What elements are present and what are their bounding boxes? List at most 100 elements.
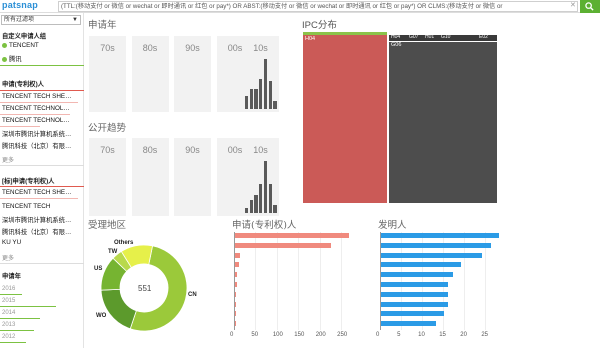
app-year-year-bar[interactable] — [259, 79, 263, 109]
current-applicant-item[interactable]: TENCENT TECH — [2, 203, 80, 210]
inventor-tick-label: 15 — [439, 332, 446, 338]
applicant-bar[interactable] — [235, 291, 237, 297]
app-year-year-bar[interactable] — [249, 89, 254, 109]
applicant-filter-item[interactable]: TENCENT TECH SHE… — [2, 93, 80, 100]
donut-slice-wo[interactable] — [100, 288, 137, 330]
current-applicant-title: [标]申请(专利权)人 — [2, 178, 55, 185]
divider — [0, 90, 84, 91]
ipc-treemap: H04 G06 H04 G07 H01 G10 E02 — [303, 32, 497, 203]
group-dot-icon — [2, 42, 7, 48]
ipc-small-blocks[interactable]: H04 G07 H01 G10 E02 — [389, 34, 497, 41]
applicant-filter-item[interactable]: 腾讯科技（北京）有限… — [2, 141, 80, 150]
ipc-small-label: H01 — [425, 34, 435, 40]
inventor-bar[interactable] — [381, 291, 449, 297]
app-year-decade-70s[interactable]: 70s — [89, 36, 126, 112]
decade-label: 80s — [142, 145, 158, 155]
inventor-bar[interactable] — [381, 262, 462, 268]
year-bar — [0, 306, 56, 307]
pub-trend-year-bar[interactable] — [249, 200, 254, 213]
divider — [0, 114, 70, 115]
current-applicant-item[interactable]: KU YU — [2, 239, 80, 246]
pub-trend-year-bar[interactable] — [245, 208, 249, 213]
applicant-filter-item[interactable]: TENCENT TECHNOL… — [2, 105, 80, 112]
applicant-tick-label: 50 — [251, 332, 259, 338]
applicant-bar[interactable] — [235, 321, 236, 327]
applicant-bar[interactable] — [235, 233, 349, 238]
pub-trend-year-bar[interactable] — [263, 161, 268, 213]
all-filters-label: 所有过滤项 — [4, 17, 35, 23]
inventor-bar[interactable] — [381, 321, 436, 327]
ipc-title: IPC分布 — [302, 20, 337, 31]
patsnap-logo[interactable]: patsnap — [2, 0, 38, 10]
applicant-bar[interactable] — [235, 282, 237, 287]
search-query-input[interactable]: (TTL:(移动支付 or 微信 or wechat or 即时通讯 or 红包… — [58, 1, 578, 12]
app-year-year-bar[interactable] — [268, 81, 272, 109]
pub-trend-decade-80s[interactable]: 80s — [131, 138, 169, 216]
decade-label: 70s — [100, 43, 115, 53]
donut-label-wo: WO — [96, 313, 107, 319]
applicant-bar[interactable] — [235, 311, 236, 317]
year-filter-item[interactable]: 2012 — [2, 334, 15, 340]
inventor-tick-label: 20 — [460, 332, 467, 338]
applicant-bar[interactable] — [235, 252, 241, 258]
pub-trend-year-bar[interactable] — [273, 205, 277, 213]
divider — [0, 198, 78, 199]
current-applicant-item[interactable]: 深圳市腾讯计算机系统… — [2, 215, 80, 224]
pub-trend-year-bar[interactable] — [268, 184, 272, 213]
applicant-bar[interactable] — [235, 262, 239, 268]
pub-trend-decade-90s[interactable]: 90s — [174, 138, 211, 216]
custom-group-title: 自定义申请人组 — [2, 33, 47, 40]
pub-trend-year-bar[interactable] — [259, 184, 263, 213]
custom-group-item[interactable]: TENCENT — [2, 42, 80, 49]
year-filter-item[interactable]: 2016 — [2, 286, 15, 292]
inventor-bar[interactable] — [381, 311, 445, 317]
applicant-more-link[interactable]: 更多 — [2, 155, 14, 164]
donut-label-us: US — [94, 266, 103, 272]
applicant-filter-item[interactable]: TENCENT TECHNOL… — [2, 117, 80, 124]
inventor-tick-label: 0 — [376, 332, 380, 338]
ipc-block-g06[interactable]: G06 — [389, 42, 497, 203]
current-more-link[interactable]: 更多 — [2, 253, 14, 262]
ipc-block-h04[interactable]: H04 — [303, 35, 387, 203]
year-filter-item[interactable]: 2015 — [2, 298, 15, 304]
pub-trend-decade-70s[interactable]: 70s — [89, 138, 126, 216]
year-filter-item[interactable]: 2013 — [2, 322, 15, 328]
applicant-chart-title: 申请(专利权)人 — [232, 220, 297, 231]
current-applicant-item[interactable]: TENCENT TECH SHE… — [2, 189, 80, 196]
year-filter-title: 申请年 — [2, 273, 21, 280]
current-applicant-item[interactable]: 腾讯科技（北京）有限… — [2, 227, 80, 236]
inventor-tick-label: 5 — [397, 332, 401, 338]
app-year-year-bar[interactable] — [263, 59, 268, 109]
all-filters-select[interactable]: 所有过滤项 ▼ — [1, 15, 81, 25]
app-year-decade-80s[interactable]: 80s — [131, 36, 169, 112]
inventor-bar[interactable] — [381, 282, 449, 287]
divider — [0, 126, 40, 127]
inventor-bar[interactable] — [381, 301, 449, 307]
ipc-small-label: H04 — [391, 34, 401, 40]
search-button[interactable] — [580, 0, 600, 13]
inventor-bar[interactable] — [381, 252, 483, 258]
year-bar — [0, 330, 34, 331]
year-bar — [0, 318, 40, 319]
inventor-bar[interactable] — [381, 233, 499, 238]
pub-trend-year-bar[interactable] — [254, 195, 258, 213]
ipc-block-label: H04 — [305, 36, 316, 42]
applicant-filter-item[interactable]: 深圳市腾讯计算机系统… — [2, 129, 80, 138]
close-icon[interactable]: ✕ — [570, 1, 576, 9]
custom-group-item[interactable]: 腾讯 — [2, 54, 80, 63]
app-year-decade-90s[interactable]: 90s — [174, 36, 211, 112]
app-year-year-bar[interactable] — [245, 96, 249, 109]
app-year-year-bar[interactable] — [273, 101, 277, 109]
applicant-gridline — [341, 232, 343, 330]
applicant-bar[interactable] — [235, 242, 332, 248]
inventor-bar[interactable] — [381, 242, 491, 248]
group-dot-icon — [2, 56, 7, 62]
decade-label: 90s — [185, 43, 200, 53]
divider — [0, 102, 78, 103]
inventor-bar[interactable] — [381, 272, 453, 278]
applicant-bar[interactable] — [235, 272, 238, 278]
year-filter-item[interactable]: 2014 — [2, 310, 15, 316]
donut-label-others: Others — [114, 240, 134, 246]
applicant-bar[interactable] — [235, 301, 237, 307]
app-year-year-bar[interactable] — [254, 89, 258, 109]
